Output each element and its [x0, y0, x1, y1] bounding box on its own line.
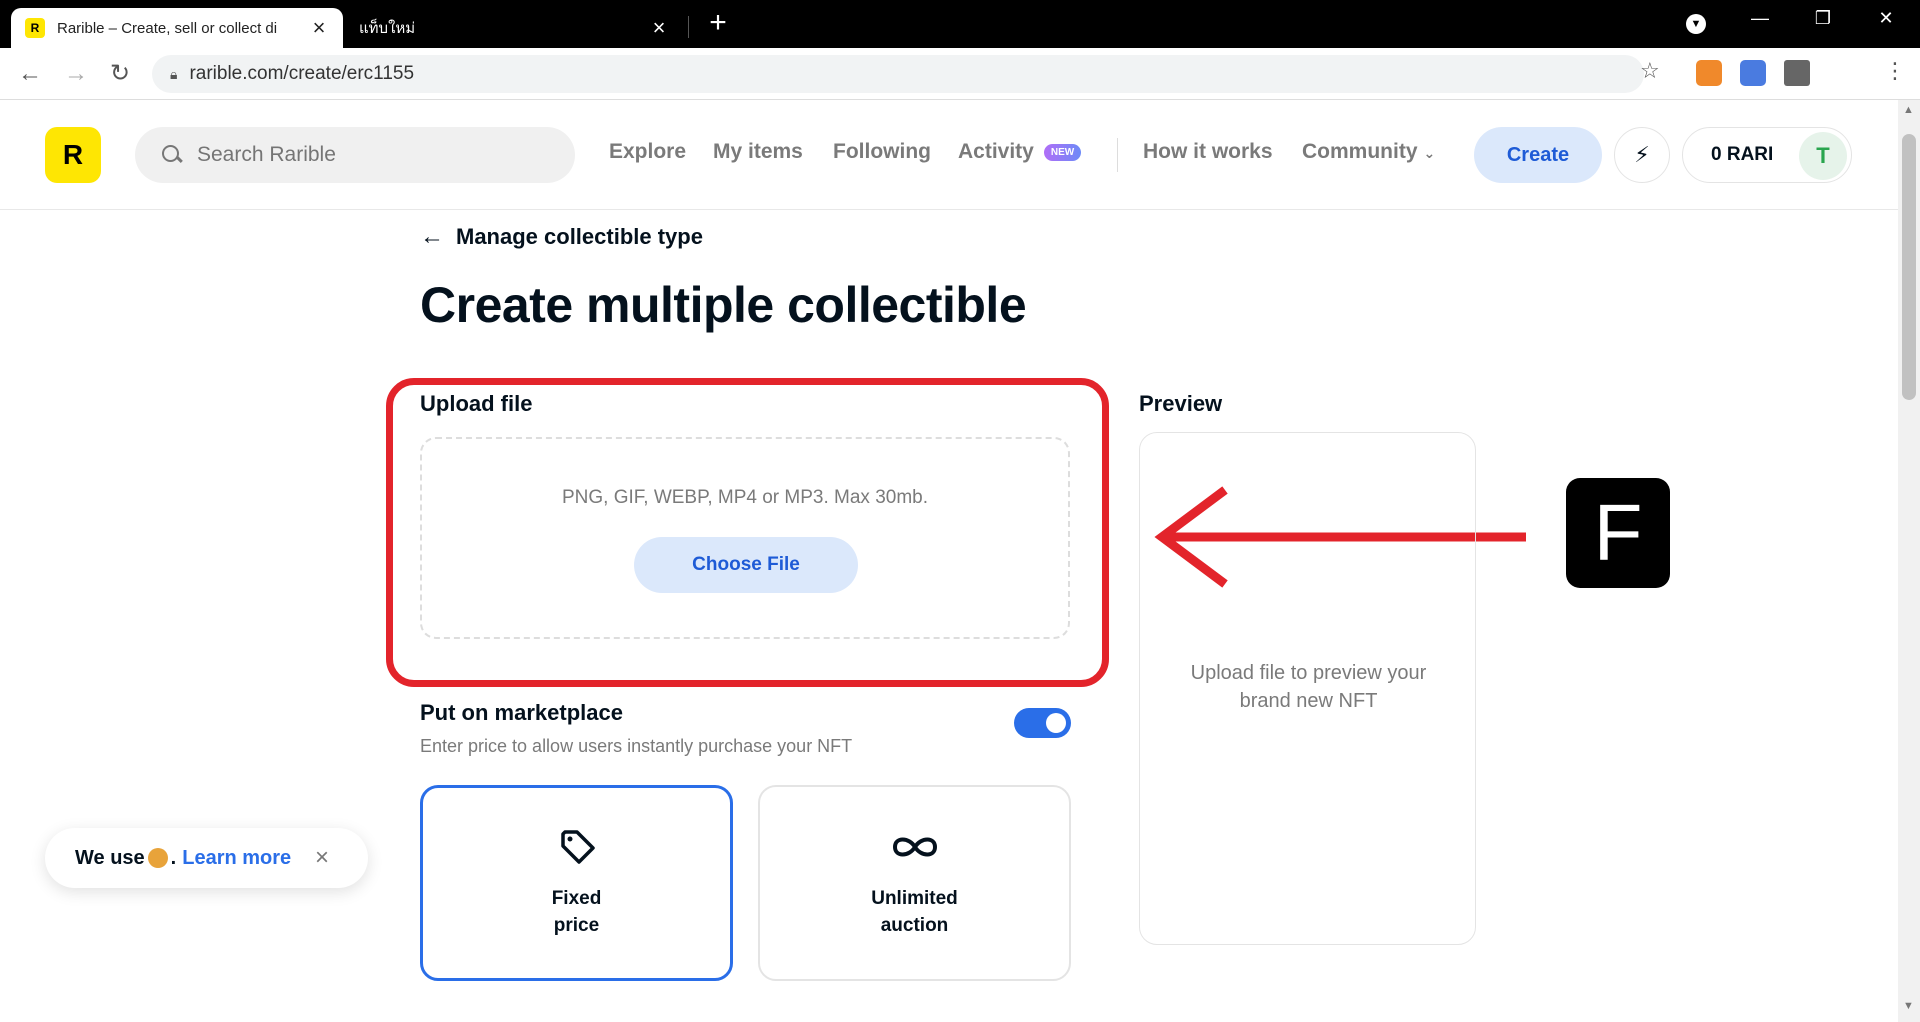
- unlimited-auction-option[interactable]: Unlimited auction: [758, 785, 1071, 981]
- bookmark-star-icon[interactable]: ☆: [1640, 58, 1660, 84]
- page-title: Create multiple collectible: [420, 277, 1027, 333]
- minimize-icon[interactable]: —: [1740, 8, 1780, 29]
- cookie-period: .: [170, 846, 177, 869]
- learn-more-link[interactable]: Learn more: [182, 847, 291, 870]
- preview-card: Upload file to preview your brand new NF…: [1139, 432, 1476, 945]
- browser-tab-bar: R Rarible – Create, sell or collect di ×…: [0, 0, 1920, 48]
- back-label: Manage collectible type: [456, 224, 703, 249]
- lock-icon: 🔒︎: [170, 65, 178, 82]
- infinity-icon: [891, 827, 939, 867]
- url-text: rarible.com/create/erc1155: [189, 63, 415, 84]
- preview-placeholder-line2: brand new NFT: [1239, 690, 1378, 712]
- extensions-puzzle-icon[interactable]: [1784, 60, 1810, 86]
- wallet-button[interactable]: 0 RARI T: [1682, 127, 1852, 183]
- nav-my-items[interactable]: My items: [713, 140, 803, 164]
- tab-search-icon[interactable]: ▼: [1686, 14, 1706, 34]
- browser-menu-icon[interactable]: ⋮: [1884, 58, 1906, 84]
- back-link[interactable]: ← Manage collectible type: [420, 223, 703, 251]
- nav-community[interactable]: Community ⌄: [1302, 140, 1435, 164]
- search-box[interactable]: [135, 127, 575, 183]
- site-header: R Explore My items Following Activity NEW…: [0, 100, 1898, 210]
- close-window-icon[interactable]: ✕: [1866, 8, 1906, 29]
- restore-icon[interactable]: ❐: [1803, 8, 1843, 29]
- search-icon: [161, 144, 183, 166]
- search-input[interactable]: [197, 143, 557, 167]
- annotation-highlight-box: [386, 378, 1109, 687]
- create-button[interactable]: Create: [1474, 127, 1602, 183]
- fixed-price-label: Fixed price: [551, 888, 602, 936]
- nav-how-it-works[interactable]: How it works: [1143, 140, 1273, 164]
- chevron-down-icon: ⌄: [1423, 145, 1436, 161]
- browser-tab-active[interactable]: R Rarible – Create, sell or collect di ×: [11, 8, 343, 48]
- marketplace-toggle[interactable]: [1014, 708, 1071, 738]
- preview-placeholder: Upload file to preview your brand new NF…: [1160, 659, 1457, 715]
- nav-explore[interactable]: Explore: [609, 140, 686, 164]
- cookie-text: We use: [75, 846, 145, 869]
- fixed-price-option[interactable]: Fixed price: [420, 785, 733, 981]
- page-scrollbar[interactable]: ▲ ▼: [1898, 100, 1920, 1022]
- preview-placeholder-line1: Upload file to preview your: [1190, 662, 1427, 684]
- new-badge: NEW: [1043, 143, 1082, 161]
- nav-divider: [1117, 138, 1118, 172]
- browser-tab-new[interactable]: แท็บใหม่ ×: [345, 8, 683, 48]
- toggle-knob: [1046, 713, 1066, 733]
- nav-community-label: Community: [1302, 140, 1418, 163]
- cookie-banner: We use . Learn more ×: [45, 828, 368, 888]
- marketplace-description: Enter price to allow users instantly pur…: [420, 736, 853, 756]
- nav-activity[interactable]: Activity NEW: [958, 140, 1082, 164]
- forward-icon[interactable]: →: [62, 60, 90, 88]
- browser-toolbar: ← → ↻ 🔒︎ rarible.com/create/erc1155 ☆ ⋮: [0, 48, 1920, 100]
- wallet-balance: 0 RARI: [1711, 144, 1774, 165]
- rarible-logo[interactable]: R: [45, 127, 101, 183]
- tab-close-icon[interactable]: ×: [309, 17, 329, 39]
- tab-title-new: แท็บใหม่: [359, 20, 416, 37]
- annotation-letter-badge: F: [1566, 478, 1670, 588]
- reload-icon[interactable]: ↻: [106, 60, 134, 88]
- price-tag-icon: [557, 827, 597, 867]
- marketplace-label: Put on marketplace: [420, 700, 623, 725]
- scroll-thumb[interactable]: [1902, 134, 1916, 400]
- cookie-icon: [147, 848, 168, 868]
- arrow-left-icon: ←: [420, 223, 444, 250]
- lightning-icon[interactable]: ⚡︎: [1614, 127, 1670, 183]
- scroll-up-icon[interactable]: ▲: [1903, 104, 1914, 116]
- close-icon[interactable]: ×: [315, 844, 329, 872]
- avatar: T: [1799, 132, 1847, 180]
- tab-close-icon[interactable]: ×: [649, 17, 669, 39]
- unlimited-auction-label: Unlimited auction: [871, 888, 958, 936]
- rarible-favicon-icon: R: [25, 18, 45, 38]
- nav-activity-label: Activity: [958, 140, 1034, 163]
- new-tab-icon[interactable]: +: [703, 6, 733, 40]
- translate-extension-icon[interactable]: [1740, 60, 1766, 86]
- preview-label: Preview: [1139, 391, 1223, 416]
- back-icon[interactable]: ←: [16, 60, 44, 88]
- nav-following[interactable]: Following: [833, 140, 931, 164]
- metamask-extension-icon[interactable]: [1696, 60, 1722, 86]
- tab-divider: [688, 16, 689, 38]
- address-bar[interactable]: 🔒︎ rarible.com/create/erc1155: [152, 55, 1644, 93]
- scroll-down-icon[interactable]: ▼: [1903, 1000, 1914, 1012]
- tab-title: Rarible – Create, sell or collect di: [57, 19, 278, 37]
